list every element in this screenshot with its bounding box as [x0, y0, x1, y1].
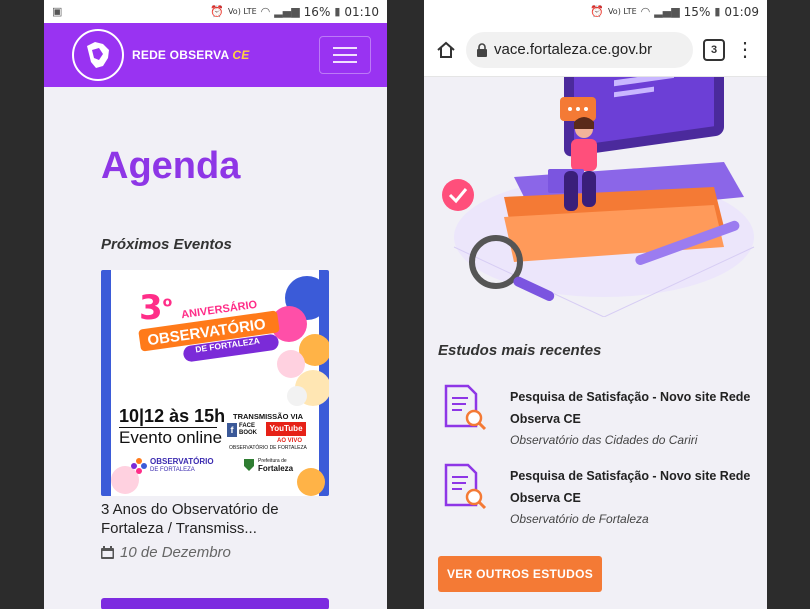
prefeitura-logo: Prefeitura de Fortaleza [243, 458, 294, 473]
status-bar: ▣ ⏰ Vo) LTE ◠ ▂▄▆ 16% ▮ 01:10 [44, 0, 387, 23]
lock-icon [476, 42, 488, 57]
browser-toolbar: vace.fortaleza.ce.gov.br 3 ⋮ [424, 23, 767, 77]
page-title: Agenda [101, 145, 241, 187]
poster-stream-label: TRANSMISSÃO VIA [233, 412, 304, 421]
study-source: Observatório de Fortaleza [510, 512, 649, 526]
observatorio-flower-icon [131, 458, 147, 474]
signal-icon: ▂▄▆ [274, 5, 300, 18]
network-label: Vo) LTE [227, 7, 257, 16]
partial-purple-button[interactable] [101, 598, 329, 609]
brand-home-link[interactable]: REDE OBSERVA CE [72, 29, 250, 81]
hero-illustration [442, 77, 755, 317]
live-label: AO VIVO [277, 438, 303, 444]
poster-format: Evento online [119, 428, 223, 447]
poster-time: 10|12 às 15h [119, 406, 226, 426]
more-options-icon[interactable]: ⋮ [735, 40, 755, 60]
address-bar[interactable]: vace.fortaleza.ce.gov.br [466, 31, 693, 68]
event-date: 10 de Dezembro [101, 544, 231, 561]
prefeitura-crest-icon [244, 459, 254, 471]
poster-divider [119, 427, 217, 428]
poster-org: OBSERVATÓRIO DE FORTALEZA [229, 445, 307, 451]
poster-number: 3o [139, 288, 173, 328]
facebook-label: FACE BOOK [239, 423, 257, 436]
document-search-icon [444, 463, 487, 510]
document-search-icon [444, 384, 487, 431]
network-label: Vo) LTE [607, 7, 637, 16]
more-studies-button[interactable]: VER OUTROS ESTUDOS [438, 556, 602, 592]
hamburger-line [333, 54, 357, 56]
status-bar: ⏰ Vo) LTE ◠ ▂▄▆ 15% ▮ 01:09 [424, 0, 767, 23]
study-source: Observatório das Cidades do Cariri [510, 433, 698, 447]
alarm-icon: ⏰ [590, 5, 604, 18]
gallery-notification-icon: ▣ [52, 6, 63, 18]
hamburger-menu-button[interactable] [319, 36, 371, 74]
observatorio-logo-line2: DE FORTALEZA [150, 467, 195, 473]
clock: 01:10 [344, 4, 379, 19]
clock: 01:09 [724, 4, 759, 19]
url-text: vace.fortaleza.ce.gov.br [494, 41, 653, 58]
left-phone-screen: ▣ ⏰ Vo) LTE ◠ ▂▄▆ 16% ▮ 01:10 REDE OBSER… [44, 0, 387, 609]
calendar-icon [101, 546, 114, 559]
study-item[interactable]: Pesquisa de Satisfação - Novo site Rede … [438, 461, 763, 529]
brand-name: REDE OBSERVA CE [132, 48, 250, 62]
upcoming-events-label: Próximos Eventos [101, 236, 232, 253]
prefeitura-logo-line2: Fortaleza [258, 464, 294, 473]
battery-level: 15% [683, 4, 711, 19]
battery-icon: ▮ [714, 5, 721, 18]
event-poster-image[interactable]: 3o ANIVERSÁRIO OBSERVATÓRIO DE FORTALEZA… [101, 270, 329, 496]
observatorio-logo: OBSERVATÓRIO DE FORTALEZA [131, 458, 214, 474]
ceara-map-logo-icon [72, 29, 124, 81]
battery-level: 16% [303, 4, 331, 19]
event-date-text: 10 de Dezembro [120, 544, 231, 561]
observatorio-logo-line1: OBSERVATÓRIO [150, 457, 214, 466]
wifi-icon: ◠ [640, 5, 651, 18]
signal-icon: ▂▄▆ [654, 5, 680, 18]
battery-icon: ▮ [334, 5, 341, 18]
event-title-link[interactable]: 3 Anos do Observatório de Fortaleza / Tr… [101, 500, 341, 538]
youtube-logo-icon: YouTube [266, 422, 306, 436]
right-phone-screen: ⏰ Vo) LTE ◠ ▂▄▆ 15% ▮ 01:09 vace.fortale… [424, 0, 767, 609]
facebook-logo-icon: f [227, 423, 237, 437]
hamburger-line [333, 61, 357, 63]
study-item[interactable]: Pesquisa de Satisfação - Novo site Rede … [438, 382, 763, 450]
wifi-icon: ◠ [260, 5, 271, 18]
app-header: REDE OBSERVA CE [44, 23, 387, 87]
hamburger-line [333, 47, 357, 49]
home-icon[interactable] [436, 40, 456, 60]
study-title[interactable]: Pesquisa de Satisfação - Novo site Rede … [510, 386, 763, 430]
recent-studies-heading: Estudos mais recentes [438, 342, 602, 359]
study-title[interactable]: Pesquisa de Satisfação - Novo site Rede … [510, 465, 763, 509]
alarm-icon: ⏰ [210, 5, 224, 18]
tab-switcher-button[interactable]: 3 [703, 38, 725, 61]
